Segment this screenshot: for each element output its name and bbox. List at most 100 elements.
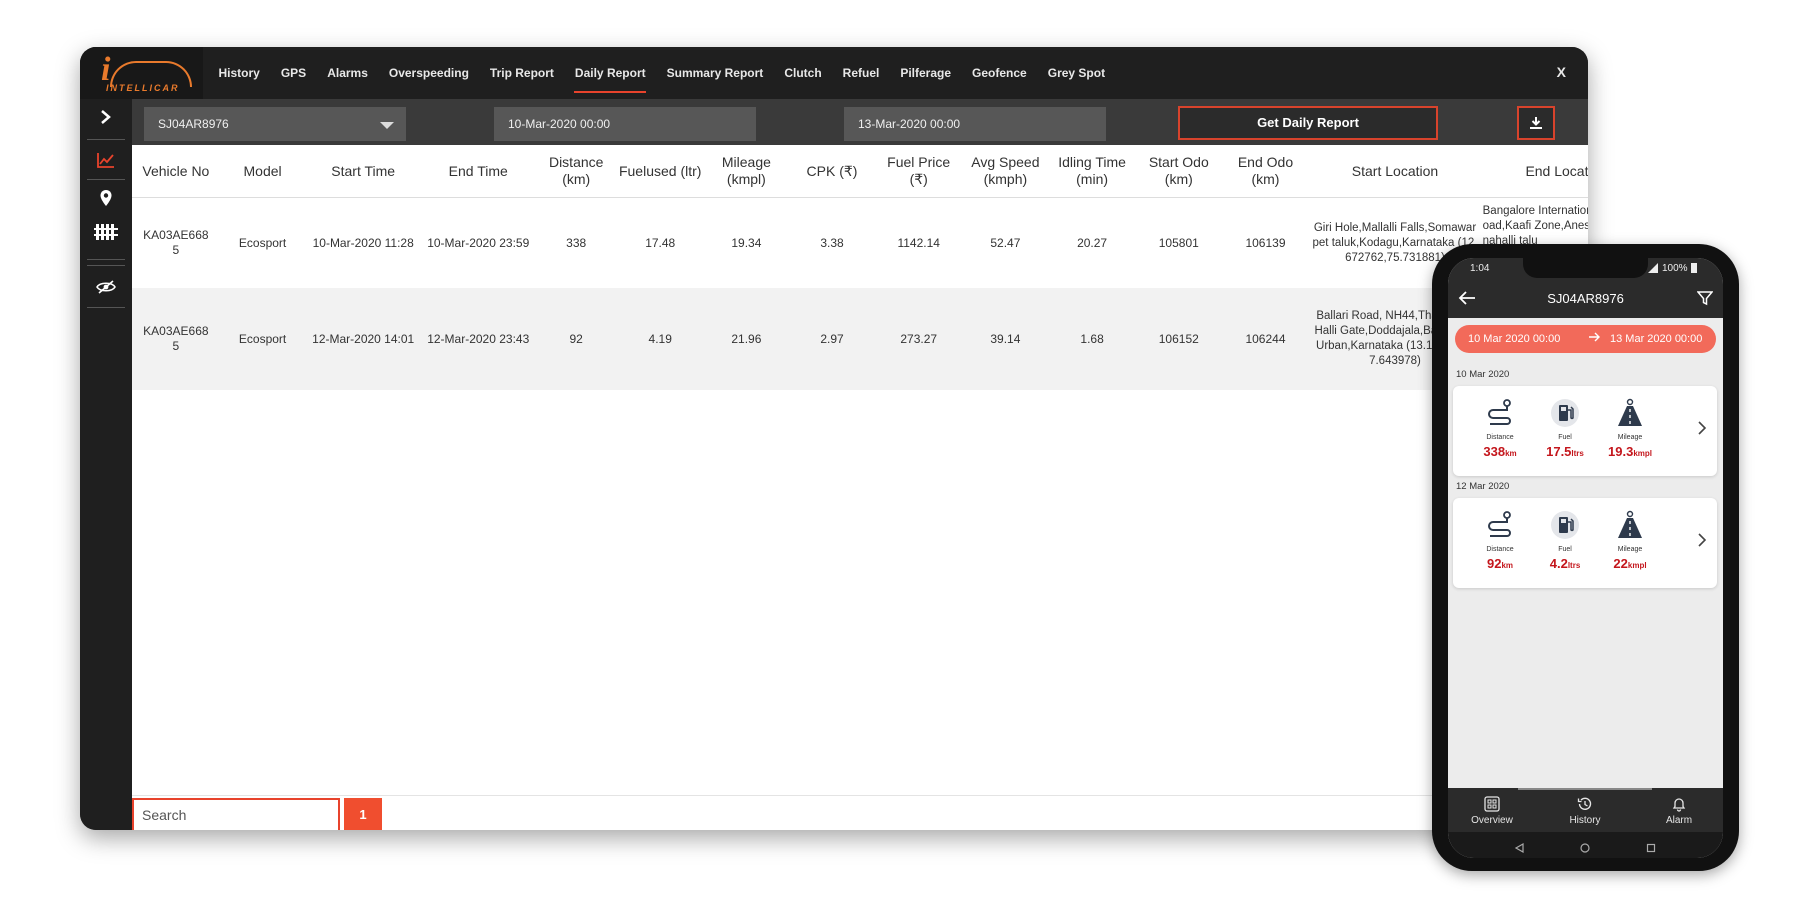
filter-bar: SJ04AR8976 10-Mar-2020 00:00 13-Mar-2020… bbox=[132, 99, 1588, 145]
metric-label: Mileage bbox=[1617, 434, 1643, 441]
page-button[interactable]: 1 bbox=[344, 798, 382, 830]
col-header[interactable]: Fuelused (ltr) bbox=[616, 145, 704, 198]
col-header[interactable]: CPK (₹) bbox=[789, 145, 875, 198]
nav-label: Overview bbox=[1471, 815, 1513, 826]
vehicle-select[interactable]: SJ04AR8976 bbox=[144, 107, 406, 141]
tab-daily-report[interactable]: Daily Report bbox=[564, 47, 656, 99]
eye-off-icon[interactable] bbox=[80, 279, 132, 295]
range-from: 10 Mar 2020 00:00 bbox=[1468, 333, 1561, 345]
tab-geofence[interactable]: Geofence bbox=[962, 47, 1038, 99]
cell-distance: 92 bbox=[535, 288, 617, 390]
distance-unit: km bbox=[1505, 449, 1517, 458]
road-icon bbox=[1594, 396, 1666, 430]
cell-fuel-price: 1142.14 bbox=[874, 197, 963, 288]
tab-gps[interactable]: GPS bbox=[270, 47, 316, 99]
search-input[interactable]: Search bbox=[132, 798, 340, 830]
col-header[interactable]: End Time bbox=[420, 145, 536, 198]
phone-notch bbox=[1523, 258, 1648, 278]
tab-grey-spot[interactable]: Grey Spot bbox=[1037, 47, 1115, 99]
fence-icon[interactable] bbox=[80, 221, 132, 241]
table-row[interactable]: KA03AE6685 Ecosport 12-Mar-2020 14:01 12… bbox=[132, 288, 1588, 390]
col-header[interactable]: Idling Time (min) bbox=[1048, 145, 1136, 198]
nav-tabs: History GPS Alarms Overspeeding Trip Rep… bbox=[208, 47, 1116, 99]
day-label: 12 Mar 2020 bbox=[1456, 481, 1510, 492]
day-summary-card[interactable]: Distance 92km Fuel 4.2ltrs Mileage 22kmp… bbox=[1453, 498, 1717, 588]
fuel-pump-icon bbox=[1529, 396, 1601, 430]
cell-distance: 338 bbox=[535, 197, 617, 288]
tab-alarms[interactable]: Alarms bbox=[317, 47, 379, 99]
route-icon bbox=[1464, 396, 1536, 430]
fuel-value: 4.2 bbox=[1549, 556, 1568, 571]
tab-refuel[interactable]: Refuel bbox=[832, 47, 890, 99]
get-daily-report-button[interactable]: Get Daily Report bbox=[1178, 106, 1438, 140]
expand-chevron-icon[interactable] bbox=[80, 109, 132, 125]
col-header[interactable]: Distance (km) bbox=[535, 145, 617, 198]
top-navigation: i INTELLICAR History GPS Alarms Overspee… bbox=[80, 47, 1588, 99]
cell-mileage: 21.96 bbox=[703, 288, 790, 390]
nav-alarm[interactable]: Alarm bbox=[1644, 793, 1714, 826]
mileage-value: 22 bbox=[1613, 556, 1628, 571]
tab-trip-report[interactable]: Trip Report bbox=[479, 47, 564, 99]
mileage-value: 19.3 bbox=[1608, 444, 1634, 459]
grid-icon bbox=[1457, 793, 1527, 815]
metric-label: Distance bbox=[1486, 434, 1514, 441]
table-row[interactable]: KA03AE6685 Ecosport 10-Mar-2020 11:28 10… bbox=[132, 197, 1588, 288]
system-back-icon[interactable] bbox=[1514, 840, 1524, 858]
download-button[interactable] bbox=[1517, 106, 1555, 140]
vehicle-select-value: SJ04AR8976 bbox=[158, 117, 229, 131]
road-icon bbox=[1594, 508, 1666, 542]
app-window: i INTELLICAR History GPS Alarms Overspee… bbox=[80, 47, 1588, 830]
tab-history[interactable]: History bbox=[208, 47, 270, 99]
cell-start-odo: 106152 bbox=[1135, 288, 1222, 390]
to-date-field[interactable]: 13-Mar-2020 00:00 bbox=[844, 107, 1106, 141]
cell-start-time: 12-Mar-2020 14:01 bbox=[305, 288, 421, 390]
phone-mockup: 1:04 100% SJ04AR8976 10 Mar 2020 00:00 1… bbox=[1432, 244, 1739, 871]
chevron-right-icon[interactable] bbox=[1697, 420, 1707, 441]
nav-overview[interactable]: Overview bbox=[1457, 793, 1527, 826]
report-content: Vehicle No Model Start Time End Time Dis… bbox=[132, 145, 1588, 830]
location-pin-icon[interactable] bbox=[80, 189, 132, 207]
cell-start-odo: 105801 bbox=[1135, 197, 1222, 288]
cell-end-time: 10-Mar-2020 23:59 bbox=[420, 197, 536, 288]
nav-history[interactable]: History bbox=[1518, 788, 1652, 826]
from-date-field[interactable]: 10-Mar-2020 00:00 bbox=[494, 107, 756, 141]
cell-end-odo: 106244 bbox=[1221, 288, 1310, 390]
report-chart-icon[interactable] bbox=[80, 151, 132, 169]
col-header[interactable]: End Location bbox=[1480, 145, 1588, 198]
status-time: 1:04 bbox=[1470, 263, 1490, 274]
col-header[interactable]: Vehicle No bbox=[132, 145, 220, 198]
col-header[interactable]: End Odo (km) bbox=[1221, 145, 1310, 198]
col-header[interactable]: Start Time bbox=[305, 145, 421, 198]
cell-fuel-price: 273.27 bbox=[874, 288, 963, 390]
route-icon bbox=[1464, 508, 1536, 542]
cell-idling-time: 20.27 bbox=[1048, 197, 1136, 288]
tab-pilferage[interactable]: Pilferage bbox=[890, 47, 962, 99]
chevron-right-icon[interactable] bbox=[1697, 532, 1707, 553]
caret-down-icon bbox=[380, 122, 394, 129]
system-recents-icon[interactable] bbox=[1646, 840, 1656, 858]
col-header[interactable]: Model bbox=[219, 145, 306, 198]
mileage-unit: kmpl bbox=[1633, 449, 1652, 458]
date-range-pill[interactable]: 10 Mar 2020 00:00 13 Mar 2020 00:00 bbox=[1455, 325, 1716, 353]
day-summary-card[interactable]: Distance 338km Fuel 17.5ltrs Mileage 19.… bbox=[1453, 386, 1717, 476]
cell-model: Ecosport bbox=[219, 197, 306, 288]
tab-summary-report[interactable]: Summary Report bbox=[656, 47, 774, 99]
system-home-icon[interactable] bbox=[1580, 840, 1590, 858]
col-header[interactable]: Start Odo (km) bbox=[1135, 145, 1222, 198]
table-footer: Search 1 bbox=[132, 795, 1588, 830]
close-button[interactable]: X bbox=[1557, 64, 1566, 80]
col-header[interactable]: Fuel Price (₹) bbox=[874, 145, 963, 198]
tab-clutch[interactable]: Clutch bbox=[774, 47, 832, 99]
fuel-unit: ltrs bbox=[1571, 449, 1584, 458]
filter-icon[interactable] bbox=[1696, 290, 1714, 311]
cell-avg-speed: 52.47 bbox=[962, 197, 1049, 288]
col-header[interactable]: Start Location bbox=[1309, 145, 1481, 198]
col-header[interactable]: Mileage (kmpl) bbox=[703, 145, 790, 198]
intellicar-logo[interactable]: i INTELLICAR bbox=[80, 47, 203, 99]
tab-overspeeding[interactable]: Overspeeding bbox=[378, 47, 479, 99]
logo-text: INTELLICAR bbox=[106, 83, 180, 93]
history-clock-icon bbox=[1550, 793, 1620, 815]
col-header[interactable]: Avg Speed (kmph) bbox=[962, 145, 1049, 198]
nav-label: History bbox=[1569, 815, 1601, 826]
metric-distance: Distance 338km bbox=[1464, 396, 1536, 459]
